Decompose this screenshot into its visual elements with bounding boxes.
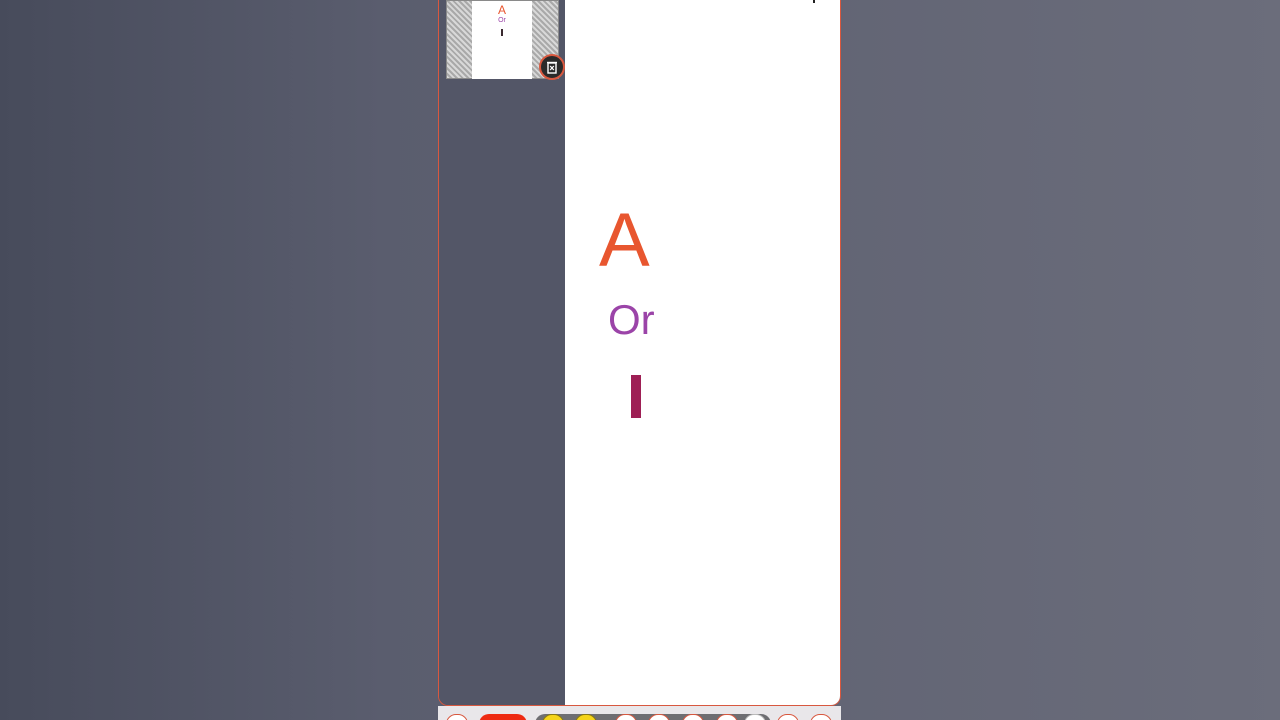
phone-screen: A Or A Or (438, 0, 841, 706)
delete-slide-button[interactable] (539, 54, 565, 80)
thumbnail-letter-or: Or (498, 17, 506, 24)
tool-icon[interactable] (810, 714, 832, 720)
thumbnail-letter-i (501, 29, 503, 36)
tool-icon[interactable] (446, 714, 468, 720)
canvas-letter-a[interactable]: A (599, 196, 650, 286)
thumbnail-page: A Or (472, 1, 532, 79)
slide-thumbnail[interactable]: A Or (446, 0, 565, 80)
canvas-letter-i[interactable] (631, 375, 641, 418)
canvas-cursor-mark (813, 0, 815, 3)
tool-icon[interactable] (777, 714, 799, 720)
bottom-toolbar (438, 706, 841, 720)
canvas-letter-or[interactable]: Or (608, 296, 655, 344)
red-tool-icon[interactable] (479, 714, 527, 720)
slide-canvas[interactable]: A Or (565, 0, 840, 705)
thumbnail-letter-a: A (497, 3, 506, 17)
delete-slide-icon (547, 61, 557, 74)
slide-sidebar: A Or (439, 0, 565, 705)
